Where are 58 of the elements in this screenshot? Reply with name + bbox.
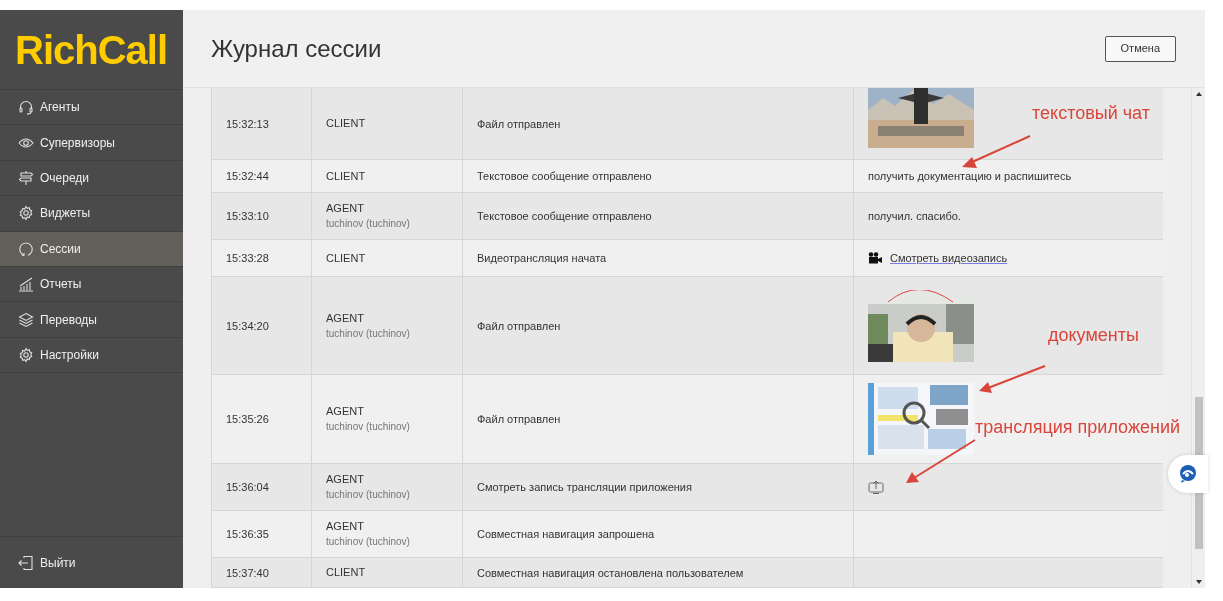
logo: RichCall	[15, 29, 168, 70]
cancel-button[interactable]: Отмена	[1104, 35, 1176, 62]
loop-icon	[18, 240, 34, 257]
logout-icon	[18, 554, 34, 571]
arrow	[979, 365, 1046, 393]
role-label: AGENT	[326, 311, 365, 325]
screen-share-icon[interactable]	[868, 480, 884, 494]
annotation-label: документы	[1048, 326, 1139, 344]
annotation-label: трансляция приложений	[975, 418, 1180, 436]
annotation-label: текстовый чат	[1032, 104, 1150, 122]
role-label: AGENT	[326, 202, 365, 215]
time-cell: 15:34:20	[226, 318, 269, 333]
user-label: tuchinov (tuchinov)	[326, 421, 410, 433]
message-text: получил. спасибо.	[868, 208, 961, 224]
event-cell: Файл отправлен	[477, 116, 561, 131]
time-cell: 15:33:28	[226, 251, 269, 265]
time-cell: 15:36:35	[226, 527, 269, 541]
event-cell: Видеотрансляция начата	[477, 251, 607, 265]
role-label: AGENT	[326, 520, 365, 533]
settings-icon	[18, 346, 34, 363]
nav-item[interactable]: Сессии	[0, 231, 183, 267]
video-camera-icon	[868, 252, 882, 264]
event-cell: Текстовое сообщение отправлено	[477, 209, 652, 223]
user-label: tuchinov (tuchinov)	[326, 489, 410, 501]
event-cell: Текстовое сообщение отправлено	[477, 169, 652, 183]
user-label: tuchinov (tuchinov)	[326, 536, 410, 548]
scrollbar[interactable]	[1191, 88, 1205, 588]
chat-widget-button[interactable]	[1168, 455, 1208, 493]
role-label: CLIENT	[326, 117, 366, 130]
event-cell: Файл отправлен	[477, 318, 561, 333]
settings-icon	[18, 205, 34, 222]
role-label: CLIENT	[326, 251, 366, 265]
time-cell: 15:35:26	[226, 412, 269, 426]
role-label: AGENT	[326, 405, 365, 418]
time-cell: 15:32:44	[226, 169, 269, 183]
signpost-icon	[18, 169, 34, 186]
page-title: Журнал сессии	[211, 33, 382, 64]
time-cell: 15:33:10	[226, 209, 269, 223]
event-cell: Файл отправлен	[477, 412, 561, 426]
chart-icon	[18, 276, 34, 293]
event-cell: Совместная навигация остановлена пользователем	[477, 565, 744, 580]
arrow	[962, 135, 1031, 168]
arrow	[906, 439, 976, 483]
role-label: CLIENT	[326, 169, 366, 183]
time-cell: 15:36:04	[226, 480, 269, 494]
user-label: tuchinov (tuchinov)	[326, 327, 410, 340]
headset-icon	[18, 99, 34, 116]
chat-bubble-icon	[1178, 464, 1198, 484]
message-text: получить документацию и распишитесь	[868, 168, 1072, 184]
time-cell: 15:37:40	[226, 565, 269, 580]
time-cell: 15:32:13	[226, 116, 269, 131]
layers-icon	[18, 311, 34, 328]
event-cell: Смотреть запись трансляции приложения	[477, 480, 692, 494]
watch-video-link[interactable]: Смотреть видеозапись	[890, 249, 1008, 267]
user-label: tuchinov (tuchinov)	[326, 218, 410, 230]
role-label: AGENT	[326, 473, 365, 486]
event-cell: Совместная навигация запрошена	[477, 527, 655, 541]
role-label: CLIENT	[326, 566, 366, 579]
